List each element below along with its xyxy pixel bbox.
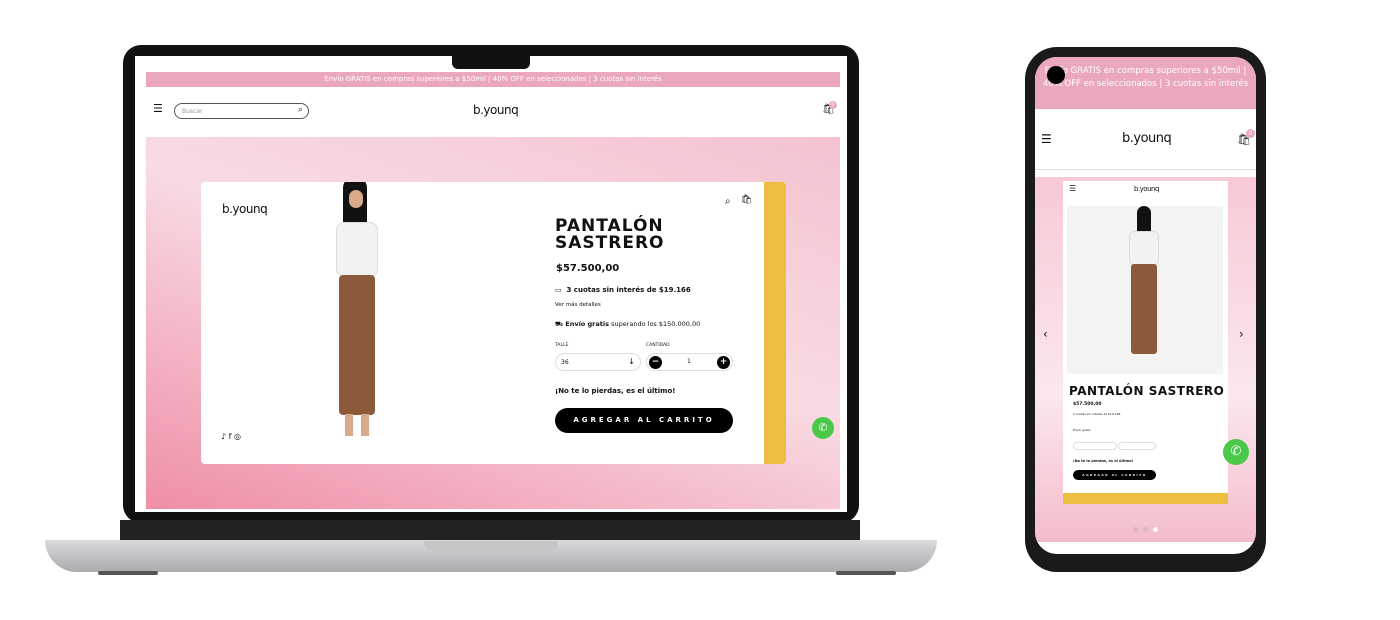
chevron-right-icon[interactable]: ›: [1239, 327, 1244, 341]
product-title: PANTALÓN SASTRERO: [555, 216, 665, 253]
laptop-foot: [836, 571, 896, 575]
menu-icon[interactable]: ☰: [1041, 132, 1052, 146]
urgency-text: ¡No te lo pierdas, es el último!: [1073, 459, 1134, 463]
laptop-hinge: [120, 520, 860, 542]
carousel-dot-active[interactable]: [1153, 527, 1158, 532]
decrease-button[interactable]: −: [649, 356, 662, 369]
quantity-stepper[interactable]: [1118, 442, 1156, 450]
carousel-dot[interactable]: [1143, 527, 1148, 532]
details-link[interactable]: Ver más detalles: [555, 302, 601, 308]
quantity-stepper: − 1 +: [646, 353, 733, 371]
carousel-dot[interactable]: [1133, 527, 1138, 532]
search-icon[interactable]: ⌕: [298, 105, 303, 115]
front-camera: [1047, 66, 1065, 84]
bag-icon[interactable]: 🛍: [741, 195, 752, 205]
whatsapp-icon[interactable]: ✆: [812, 417, 834, 439]
tiktok-icon[interactable]: ♪: [221, 432, 226, 441]
instagram-icon[interactable]: ◎: [234, 432, 241, 441]
product-mockup-card: b.younq ♪ f ◎ ⌕ 🛍 PANTALÓN SASTRERO $57.…: [201, 182, 786, 464]
promo-banner: Envío GRATIS en compras superiores a $50…: [146, 72, 840, 87]
product-image-panel: b.younq ♪ f ◎: [201, 182, 493, 464]
facebook-icon[interactable]: f: [229, 432, 232, 441]
phone-screen: Envío GRATIS en compras superiores a $50…: [1035, 57, 1256, 554]
product-price: $57.500,00: [556, 263, 620, 274]
laptop-lid-opening: [424, 541, 558, 551]
urgency-text: ¡No te lo pierdas, es el último!: [555, 387, 676, 395]
hero-banner: b.younq ♪ f ◎ ⌕ 🛍 PANTALÓN SASTRERO $57.…: [146, 137, 840, 509]
card-icon: ▭: [555, 286, 562, 294]
laptop-foot: [98, 571, 158, 575]
qty-value[interactable]: 1: [687, 358, 691, 365]
chevron-left-icon[interactable]: ‹: [1043, 327, 1048, 341]
accent-bar: [1063, 493, 1228, 504]
accent-bar: [764, 182, 786, 464]
divider: [1035, 169, 1256, 170]
increase-button[interactable]: +: [717, 356, 730, 369]
menu-icon[interactable]: ☰: [153, 102, 163, 115]
site-header: ☰ Buscar ⌕ b.younq 🛍 0: [146, 88, 840, 136]
logo[interactable]: b.younq: [1122, 131, 1172, 146]
size-select[interactable]: 36 ↓: [555, 353, 641, 371]
shipping-info: ⛟ Envío gratis superando los $150.000,00: [555, 320, 701, 328]
cart-count: 0: [829, 101, 837, 109]
card-logo: b.younq: [1134, 185, 1159, 193]
promo-banner: Envío GRATIS en compras superiores a $50…: [1035, 57, 1256, 109]
search-input[interactable]: Buscar ⌕: [174, 103, 309, 119]
menu-icon: ☰: [1069, 184, 1077, 193]
product-title: PANTALÓN SASTRERO: [1069, 384, 1225, 398]
add-to-cart-button[interactable]: AGREGAR AL CARRITO: [555, 408, 733, 433]
model-photo: [301, 182, 401, 464]
installments: 3 cuotas sin interés de $19.166: [1073, 412, 1121, 416]
social-icons: ♪ f ◎: [221, 432, 241, 441]
card-logo: b.younq: [222, 202, 268, 216]
model-photo: [1067, 206, 1223, 374]
search-icon[interactable]: ⌕: [725, 196, 731, 207]
size-label: TALLE: [555, 343, 569, 348]
camera-notch: [452, 55, 530, 69]
add-to-cart-button[interactable]: AGREGAR AL CARRITO: [1073, 470, 1156, 480]
mobile-mockup-card: ☰ b.younq PANTALÓN SASTRERO $57.500,00 3…: [1063, 181, 1228, 504]
product-price: $57.500,00: [1073, 402, 1102, 407]
logo[interactable]: b.younq: [473, 103, 519, 117]
cart-count: 0: [1246, 129, 1255, 138]
product-carousel: ☰ b.younq PANTALÓN SASTRERO $57.500,00 3…: [1035, 177, 1256, 542]
truck-icon: ⛟: [555, 320, 564, 328]
shipping-info: Envío gratis: [1073, 428, 1091, 432]
qty-label: CANTIDAD: [646, 343, 670, 348]
arrow-down-icon: ↓: [628, 357, 635, 366]
installments: ▭ 3 cuotas sin interés de $19.166: [555, 286, 691, 294]
size-select[interactable]: [1073, 442, 1117, 450]
whatsapp-icon[interactable]: ✆: [1223, 439, 1249, 465]
laptop-screen: Envío GRATIS en compras superiores a $50…: [135, 56, 847, 512]
